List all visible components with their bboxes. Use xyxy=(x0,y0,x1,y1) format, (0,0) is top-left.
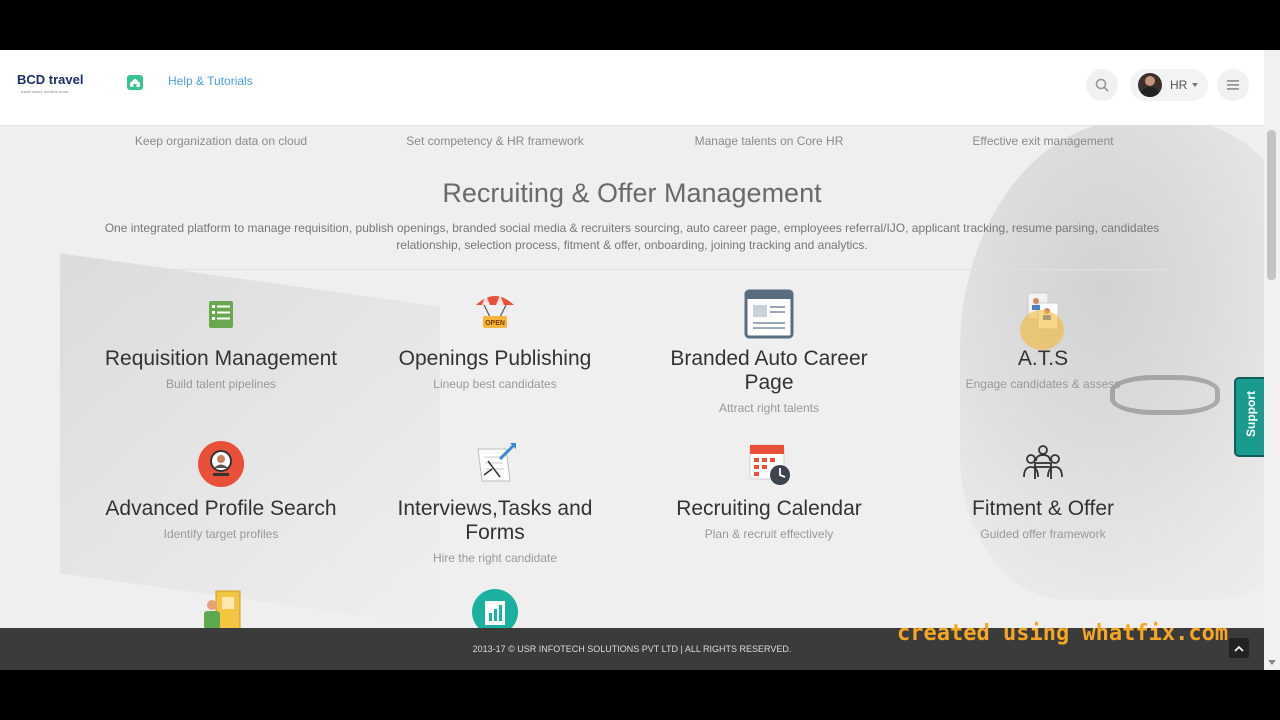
feature-branded-auto-career-page[interactable]: Branded Auto Career Page Attract right t… xyxy=(644,289,894,415)
search-icon xyxy=(1095,78,1109,92)
site-header: BCD travel travel smart. achieve more. H… xyxy=(0,50,1264,126)
search-button[interactable] xyxy=(1086,69,1118,101)
open-sign-icon: OPEN xyxy=(470,289,520,339)
scroll-to-top-button[interactable] xyxy=(1229,638,1249,658)
hamburger-menu-button[interactable] xyxy=(1217,69,1249,101)
feature-requisition-management[interactable]: Requisition Management Build talent pipe… xyxy=(96,289,346,391)
section-description: One integrated platform to manage requis… xyxy=(104,221,1160,252)
caret-down-icon xyxy=(1192,83,1198,87)
prev-feature-subtitle: Keep organization data on cloud xyxy=(134,134,308,148)
divider xyxy=(98,269,1168,270)
team-meeting-icon xyxy=(1018,439,1068,489)
scrollbar-thumb[interactable] xyxy=(1267,130,1276,280)
prev-feature-subtitle: Manage talents on Core HR xyxy=(694,134,844,148)
tasks-form-icon xyxy=(470,439,520,489)
logo-text: BCD travel xyxy=(17,72,84,87)
list-icon xyxy=(196,289,246,339)
feature-title: Openings Publishing xyxy=(398,347,592,370)
avatar xyxy=(1138,73,1162,97)
cursor-click-highlight xyxy=(1020,310,1064,350)
feature-title: A.T.S xyxy=(1017,347,1069,370)
feature-subtitle: Attract right talents xyxy=(718,401,820,415)
page-scrollbar[interactable] xyxy=(1264,50,1280,670)
support-label: Support xyxy=(1244,391,1258,437)
feature-interviews-tasks-forms[interactable]: Interviews,Tasks and Forms Hire the righ… xyxy=(370,439,620,565)
feature-fitment-offer[interactable]: Fitment & Offer Guided offer framework xyxy=(918,439,1168,541)
video-letterbox-bottom xyxy=(0,670,1280,720)
support-tab[interactable]: Support xyxy=(1234,377,1268,457)
feature-subtitle: Identify target profiles xyxy=(163,527,279,541)
help-tutorials-link[interactable]: Help & Tutorials xyxy=(168,74,253,88)
feature-subtitle: Hire the right candidate xyxy=(432,551,558,565)
user-name: HR xyxy=(1170,78,1188,92)
bcd-travel-logo[interactable]: BCD travel travel smart. achieve more. xyxy=(17,72,89,98)
browser-viewport: BCD travel travel smart. achieve more. H… xyxy=(0,50,1280,670)
feature-recruiting-calendar[interactable]: Recruiting Calendar Plan & recruit effec… xyxy=(644,439,894,541)
logo-tagline: travel smart. achieve more. xyxy=(21,89,70,94)
feature-title: Fitment & Offer xyxy=(972,497,1114,520)
calendar-clock-icon xyxy=(744,439,794,489)
feature-subtitle: Build talent pipelines xyxy=(165,377,277,391)
feature-title: Recruiting Calendar xyxy=(676,497,862,520)
feature-subtitle: Guided offer framework xyxy=(980,527,1106,541)
profile-search-icon xyxy=(196,439,246,489)
user-menu-button[interactable]: HR xyxy=(1130,69,1208,101)
feature-subtitle: Engage candidates & assess xyxy=(965,377,1121,391)
video-letterbox-top xyxy=(0,0,1280,50)
prev-feature-subtitle: Effective exit management xyxy=(972,134,1114,148)
feature-title: Branded Auto Career Page xyxy=(670,347,868,394)
prev-feature-subtitle: Set competency & HR framework xyxy=(406,134,584,148)
feature-title: Advanced Profile Search xyxy=(105,497,337,520)
home-icon[interactable] xyxy=(127,75,143,90)
scroll-down-arrow-icon[interactable] xyxy=(1268,660,1276,665)
main-content: Keep organization data on cloud Set comp… xyxy=(0,125,1264,635)
whatfix-watermark: created using whatfix.com xyxy=(897,621,1229,646)
feature-subtitle: Plan & recruit effectively xyxy=(704,527,834,541)
feature-openings-publishing[interactable]: OPEN Openings Publishing Lineup best can… xyxy=(370,289,620,391)
feature-advanced-profile-search[interactable]: Advanced Profile Search Identify target … xyxy=(96,439,346,541)
feature-title: Requisition Management xyxy=(104,347,338,370)
hamburger-icon xyxy=(1227,80,1239,90)
chevron-up-icon xyxy=(1234,645,1244,652)
feature-subtitle: Lineup best candidates xyxy=(433,377,557,391)
feature-title: Interviews,Tasks and Forms xyxy=(397,497,593,544)
svg-text:OPEN: OPEN xyxy=(485,320,505,327)
section-title: Recruiting & Offer Management xyxy=(442,178,822,208)
webpage-icon xyxy=(744,289,794,339)
